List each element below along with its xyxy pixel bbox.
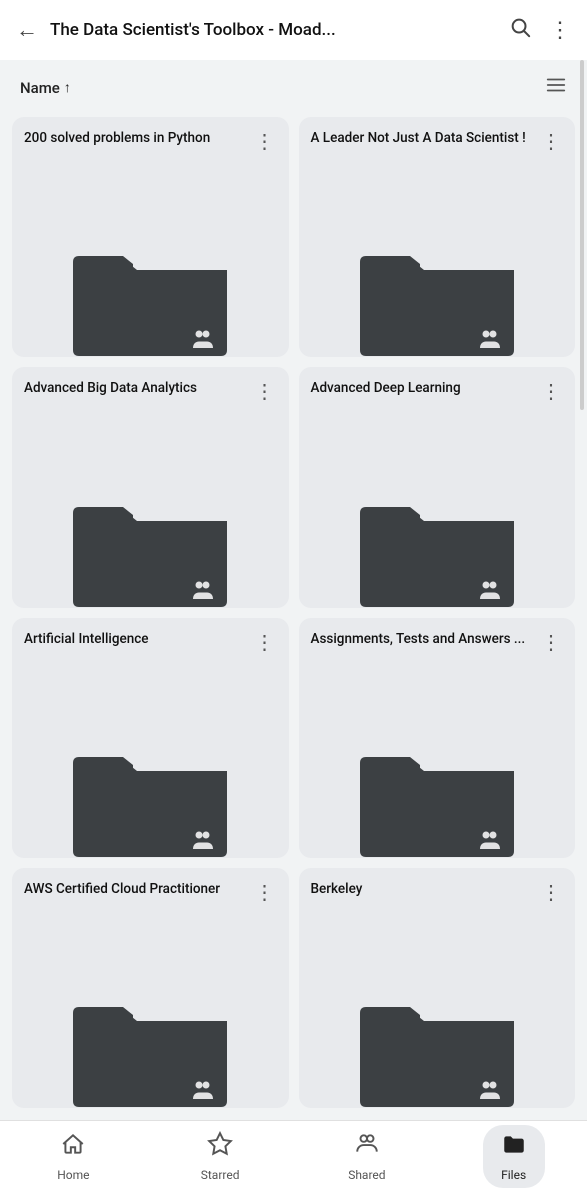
folder-svg-container <box>311 743 564 858</box>
shared-icon <box>354 1131 380 1164</box>
folder-card[interactable]: A Leader Not Just A Data Scientist ! ⋮ <box>299 117 576 357</box>
folder-menu-icon[interactable]: ⋮ <box>253 630 277 654</box>
folder-svg <box>65 242 235 357</box>
page-title: The Data Scientist's Toolbox - Moad... <box>50 20 497 40</box>
folder-title: Advanced Big Data Analytics <box>24 379 253 398</box>
folder-svg <box>352 493 522 608</box>
folder-icon-wrap <box>24 423 277 607</box>
folder-title: AWS Certified Cloud Practitioner <box>24 880 253 899</box>
folder-card[interactable]: 200 solved problems in Python ⋮ <box>12 117 289 357</box>
folder-grid: 200 solved problems in Python ⋮ <box>0 109 587 1120</box>
folder-menu-icon[interactable]: ⋮ <box>539 129 563 153</box>
nav-shared-label: Shared <box>348 1168 385 1182</box>
files-folder-icon <box>501 1131 527 1164</box>
folder-title: Advanced Deep Learning <box>311 379 540 398</box>
folder-title: 200 solved problems in Python <box>24 129 253 148</box>
home-icon <box>60 1131 86 1164</box>
folder-svg <box>352 993 522 1108</box>
folder-card[interactable]: AWS Certified Cloud Practitioner ⋮ <box>12 868 289 1108</box>
bottom-nav: Home Starred Shared <box>0 1120 587 1200</box>
folder-icon-wrap <box>24 674 277 858</box>
folder-icon-wrap <box>311 173 564 357</box>
folder-svg-container <box>311 993 564 1108</box>
folder-svg <box>352 242 522 357</box>
folder-card[interactable]: Assignments, Tests and Answers ... ⋮ <box>299 618 576 858</box>
folder-title: A Leader Not Just A Data Scientist ! <box>311 129 540 148</box>
folder-svg-container <box>311 493 564 608</box>
sort-label[interactable]: Name ↑ <box>20 79 71 97</box>
search-icon[interactable] <box>509 16 531 44</box>
folder-menu-icon[interactable]: ⋮ <box>539 630 563 654</box>
folder-title: Artificial Intelligence <box>24 630 253 649</box>
back-button[interactable]: ← <box>16 17 38 43</box>
folder-svg <box>65 993 235 1108</box>
folder-icon-wrap <box>24 924 277 1108</box>
folder-svg <box>65 493 235 608</box>
folder-card-header: Assignments, Tests and Answers ... ⋮ <box>311 630 564 674</box>
folder-card-header: A Leader Not Just A Data Scientist ! ⋮ <box>311 129 564 173</box>
nav-starred-label: Starred <box>201 1168 240 1182</box>
folder-menu-icon[interactable]: ⋮ <box>539 880 563 904</box>
list-view-icon[interactable] <box>545 74 567 101</box>
nav-item-files[interactable]: Files <box>440 1125 587 1188</box>
folder-title: Berkeley <box>311 880 540 899</box>
folder-card[interactable]: Berkeley ⋮ <box>299 868 576 1108</box>
folder-svg-container <box>311 242 564 357</box>
folder-card-header: 200 solved problems in Python ⋮ <box>24 129 277 173</box>
nav-files-label: Files <box>501 1168 526 1182</box>
folder-card[interactable]: Advanced Deep Learning ⋮ <box>299 367 576 607</box>
folder-card[interactable]: Advanced Big Data Analytics ⋮ <box>12 367 289 607</box>
more-options-icon[interactable]: ⋮ <box>549 18 571 43</box>
nav-home-label: Home <box>57 1168 89 1182</box>
top-bar-icons: ⋮ <box>509 16 571 44</box>
files-pill: Files <box>483 1125 545 1188</box>
folder-icon-wrap <box>311 423 564 607</box>
folder-svg-container <box>24 493 277 608</box>
star-icon <box>207 1131 233 1164</box>
folder-card-header: Advanced Deep Learning ⋮ <box>311 379 564 423</box>
nav-item-starred[interactable]: Starred <box>147 1131 294 1182</box>
folder-menu-icon[interactable]: ⋮ <box>253 129 277 153</box>
nav-item-shared[interactable]: Shared <box>294 1131 441 1182</box>
folder-svg <box>65 743 235 858</box>
sort-arrow-icon: ↑ <box>64 79 71 96</box>
folder-title: Assignments, Tests and Answers ... <box>311 630 540 649</box>
top-bar: ← The Data Scientist's Toolbox - Moad...… <box>0 0 587 60</box>
folder-icon-wrap <box>311 924 564 1108</box>
folder-svg-container <box>24 993 277 1108</box>
folder-card-header: AWS Certified Cloud Practitioner ⋮ <box>24 880 277 924</box>
folder-card[interactable]: Artificial Intelligence ⋮ <box>12 618 289 858</box>
folder-icon-wrap <box>311 674 564 858</box>
folder-icon-wrap <box>24 173 277 357</box>
folder-card-header: Berkeley ⋮ <box>311 880 564 924</box>
sort-row: Name ↑ <box>0 60 587 109</box>
folder-card-header: Advanced Big Data Analytics ⋮ <box>24 379 277 423</box>
folder-svg-container <box>24 743 277 858</box>
folder-card-header: Artificial Intelligence ⋮ <box>24 630 277 674</box>
nav-item-home[interactable]: Home <box>0 1131 147 1182</box>
scrollbar[interactable] <box>580 60 584 410</box>
folder-svg-container <box>24 242 277 357</box>
folder-menu-icon[interactable]: ⋮ <box>253 880 277 904</box>
sort-name-label: Name <box>20 79 60 97</box>
folder-svg <box>352 743 522 858</box>
folder-menu-icon[interactable]: ⋮ <box>253 379 277 403</box>
folder-menu-icon[interactable]: ⋮ <box>539 379 563 403</box>
